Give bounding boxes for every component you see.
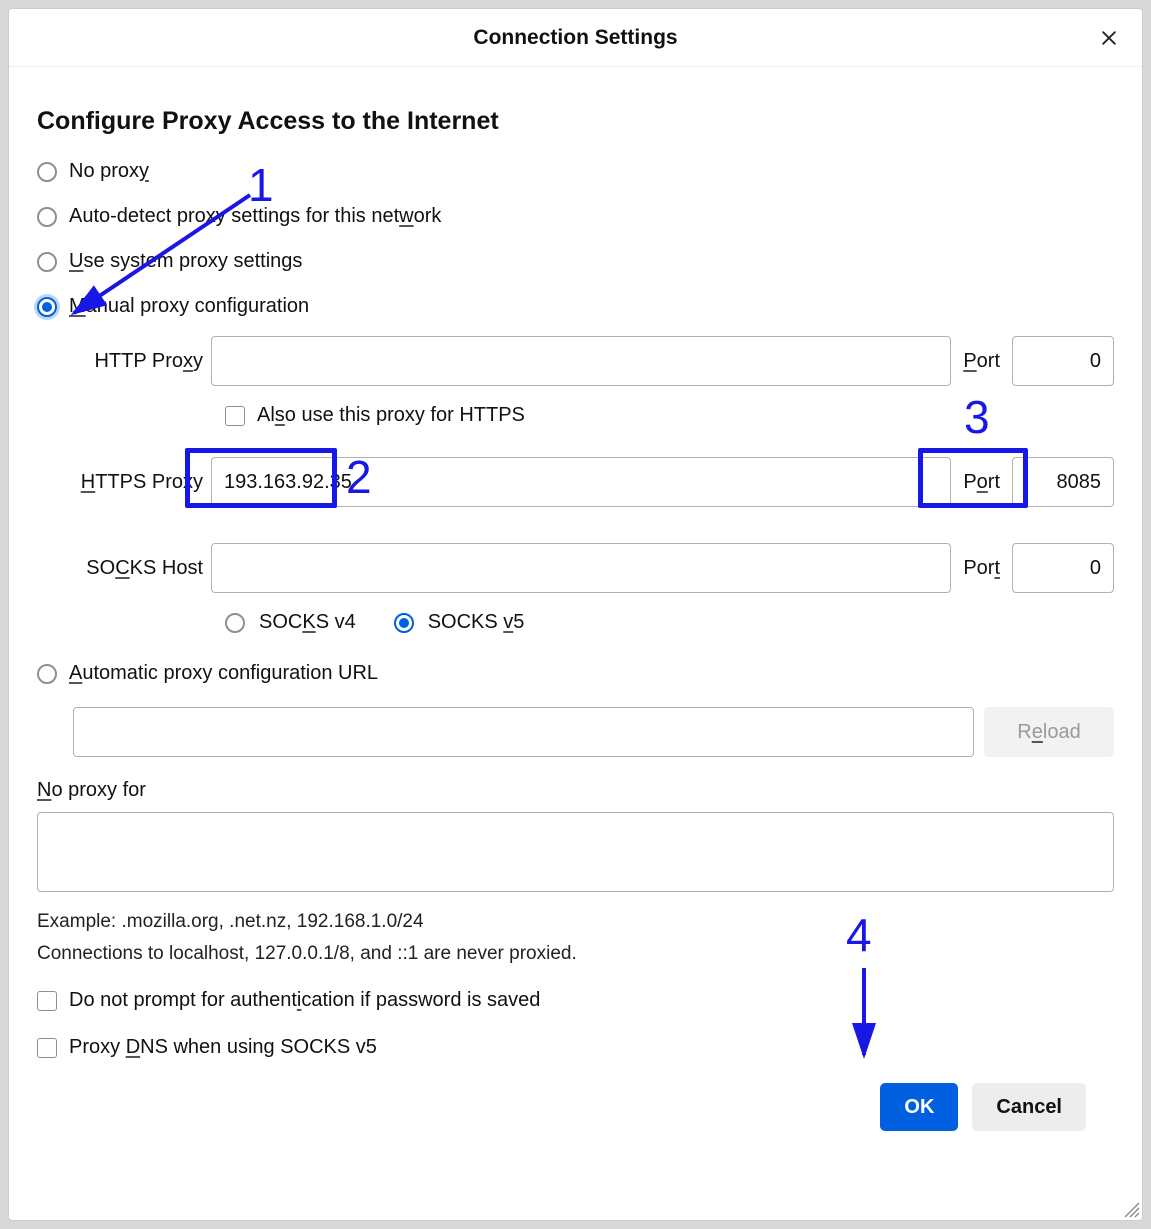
https-proxy-host-input[interactable]	[211, 457, 951, 507]
radio-icon	[37, 252, 57, 272]
http-proxy-label: HTTP Proxy	[73, 350, 203, 373]
close-icon	[1099, 28, 1119, 48]
dialog-titlebar: Connection Settings	[9, 9, 1142, 67]
close-button[interactable]	[1094, 23, 1124, 53]
radio-use-system[interactable]: Use system proxy settings	[37, 250, 1114, 273]
socks-version-row: SOCKS v4 SOCKS v5	[225, 611, 1114, 634]
https-proxy-port-input[interactable]	[1012, 457, 1114, 507]
ok-button[interactable]: OK	[880, 1083, 958, 1131]
also-use-https-row[interactable]: Also use this proxy for HTTPS	[225, 404, 1114, 427]
https-proxy-row: HTTPS Proxy Port	[73, 457, 1114, 507]
http-proxy-row: HTTP Proxy Port	[73, 336, 1114, 386]
radio-icon	[37, 297, 57, 317]
radio-icon	[37, 162, 57, 182]
socks-v4-option[interactable]: SOCKS v4	[259, 611, 356, 634]
socks-port-input[interactable]	[1012, 543, 1114, 593]
checkbox-label: Proxy DNS when using SOCKS v5	[69, 1036, 377, 1059]
check-proxy-dns-socks5[interactable]: Proxy DNS when using SOCKS v5	[37, 1036, 1114, 1059]
radio-label: Manual proxy configuration	[69, 295, 309, 318]
radio-icon	[394, 613, 414, 633]
socks-host-input[interactable]	[211, 543, 951, 593]
radio-label: No proxy	[69, 160, 149, 183]
port-label: Port	[959, 350, 1004, 373]
example-text: Example: .mozilla.org, .net.nz, 192.168.…	[37, 911, 1114, 933]
radio-icon	[225, 613, 245, 633]
http-proxy-port-input[interactable]	[1012, 336, 1114, 386]
radio-auto-url[interactable]: Automatic proxy configuration URL	[37, 662, 1114, 685]
checkbox-icon	[37, 1038, 57, 1058]
radio-label: Automatic proxy configuration URL	[69, 662, 378, 685]
connection-settings-dialog: Connection Settings Configure Proxy Acce…	[8, 8, 1143, 1221]
checkbox-label: Do not prompt for authentication if pass…	[69, 989, 540, 1012]
radio-icon	[37, 207, 57, 227]
manual-proxy-group: HTTP Proxy Port Also use this proxy for …	[73, 336, 1114, 634]
socks-host-label: SOCKS Host	[73, 557, 203, 580]
resize-grip-icon[interactable]	[1122, 1200, 1140, 1218]
no-proxy-for-label: No proxy for	[37, 779, 1114, 802]
radio-auto-detect[interactable]: Auto-detect proxy settings for this netw…	[37, 205, 1114, 228]
checkbox-icon	[225, 406, 245, 426]
dialog-title: Connection Settings	[473, 26, 677, 50]
radio-label: Auto-detect proxy settings for this netw…	[69, 205, 441, 228]
radio-no-proxy[interactable]: No proxy	[37, 160, 1114, 183]
cancel-button[interactable]: Cancel	[972, 1083, 1086, 1131]
radio-manual[interactable]: Manual proxy configuration	[37, 295, 1114, 318]
section-heading: Configure Proxy Access to the Internet	[37, 107, 1114, 136]
dialog-footer: OK Cancel	[37, 1083, 1114, 1151]
port-label: Port	[959, 471, 1004, 494]
radio-label: Use system proxy settings	[69, 250, 302, 273]
socks-v5-option[interactable]: SOCKS v5	[428, 611, 525, 634]
check-no-auth-prompt[interactable]: Do not prompt for authentication if pass…	[37, 989, 1114, 1012]
checkbox-icon	[37, 991, 57, 1011]
http-proxy-host-input[interactable]	[211, 336, 951, 386]
localhost-note: Connections to localhost, 127.0.0.1/8, a…	[37, 943, 1114, 965]
port-label: Port	[959, 557, 1004, 580]
socks-host-row: SOCKS Host Port	[73, 543, 1114, 593]
checkbox-label: Also use this proxy for HTTPS	[257, 404, 525, 427]
https-proxy-label: HTTPS Proxy	[73, 471, 203, 494]
no-proxy-for-textarea[interactable]	[37, 812, 1114, 892]
reload-button[interactable]: Reload	[984, 707, 1114, 757]
radio-icon	[37, 664, 57, 684]
auto-config-url-input[interactable]	[73, 707, 974, 757]
dialog-content: Configure Proxy Access to the Internet N…	[9, 67, 1142, 1220]
